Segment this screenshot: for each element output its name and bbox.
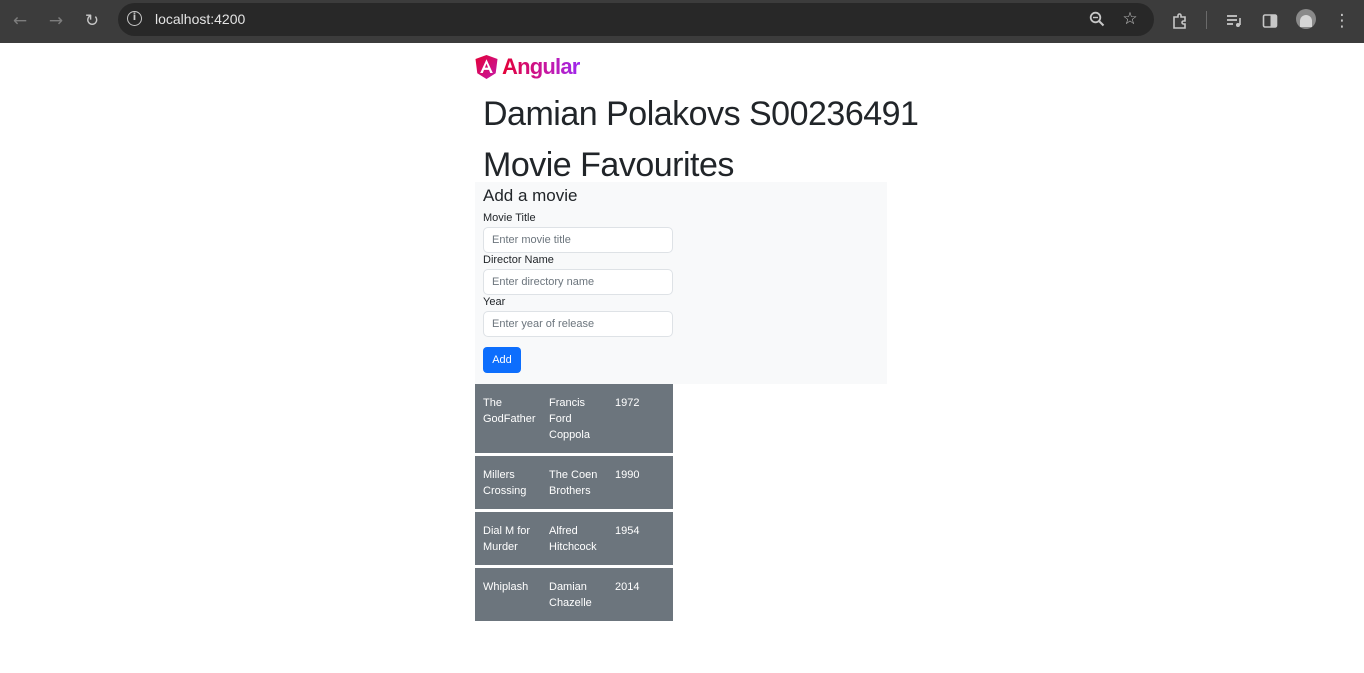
movie-title: Whiplash bbox=[483, 581, 529, 593]
more-menu-icon[interactable]: ⋮ bbox=[1328, 7, 1356, 35]
url-text[interactable]: localhost:4200 bbox=[155, 11, 245, 27]
extensions-icon[interactable] bbox=[1166, 7, 1194, 35]
movie-row: Millers Crossing The Coen Brothers 1990 bbox=[475, 456, 673, 509]
site-info-icon[interactable]: i bbox=[127, 11, 142, 26]
angular-logo-text: Angular bbox=[502, 54, 580, 79]
movie-year: 1990 bbox=[615, 469, 640, 481]
director-name-input[interactable] bbox=[483, 269, 673, 295]
student-heading: Damian Polakovs S00236491 bbox=[483, 95, 919, 133]
toolbar-divider bbox=[1206, 11, 1207, 29]
media-controls-icon[interactable] bbox=[1220, 7, 1248, 35]
movie-title: The GodFather bbox=[483, 397, 536, 425]
movie-year: 1954 bbox=[615, 525, 640, 537]
app-heading: Movie Favourites bbox=[483, 146, 734, 184]
add-button[interactable]: Add bbox=[483, 347, 521, 373]
movie-title: Dial M for Murder bbox=[483, 525, 531, 553]
add-movie-form: Add a movie Movie Title Director Name Ye… bbox=[475, 182, 887, 384]
form-title: Add a movie bbox=[483, 186, 578, 205]
movie-row: The GodFather Francis Ford Coppola 1972 bbox=[475, 384, 673, 453]
movie-director: Damian Chazelle bbox=[549, 581, 592, 609]
movie-director: Francis Ford Coppola bbox=[549, 397, 590, 441]
movie-title-label: Movie Title bbox=[483, 212, 536, 224]
movie-director: The Coen Brothers bbox=[549, 469, 598, 497]
address-bar[interactable]: i localhost:4200 ☆ bbox=[118, 3, 1154, 36]
year-label: Year bbox=[483, 296, 506, 308]
movie-row: Dial M for Murder Alfred Hitchcock 1954 bbox=[475, 512, 673, 565]
forward-arrow-icon[interactable]: → bbox=[42, 7, 70, 35]
browser-toolbar: ← → ↻ i localhost:4200 ☆ ⋮ bbox=[0, 0, 1364, 43]
zoom-icon[interactable] bbox=[1084, 6, 1110, 32]
movie-title-input[interactable] bbox=[483, 227, 673, 253]
back-arrow-icon[interactable]: ← bbox=[6, 7, 34, 35]
movie-year: 1972 bbox=[615, 397, 640, 409]
angular-logo: Angular bbox=[475, 54, 580, 80]
movie-title: Millers Crossing bbox=[483, 469, 527, 497]
bookmark-star-icon[interactable]: ☆ bbox=[1117, 6, 1143, 32]
side-panel-icon[interactable] bbox=[1256, 7, 1284, 35]
year-input[interactable] bbox=[483, 311, 673, 337]
reload-icon[interactable]: ↻ bbox=[78, 7, 106, 35]
movie-director: Alfred Hitchcock bbox=[549, 525, 597, 553]
movie-row: Whiplash Damian Chazelle 2014 bbox=[475, 568, 673, 621]
movie-year: 2014 bbox=[615, 581, 640, 593]
profile-avatar[interactable] bbox=[1296, 9, 1316, 29]
angular-shield-icon bbox=[475, 55, 498, 79]
director-name-label: Director Name bbox=[483, 254, 554, 266]
